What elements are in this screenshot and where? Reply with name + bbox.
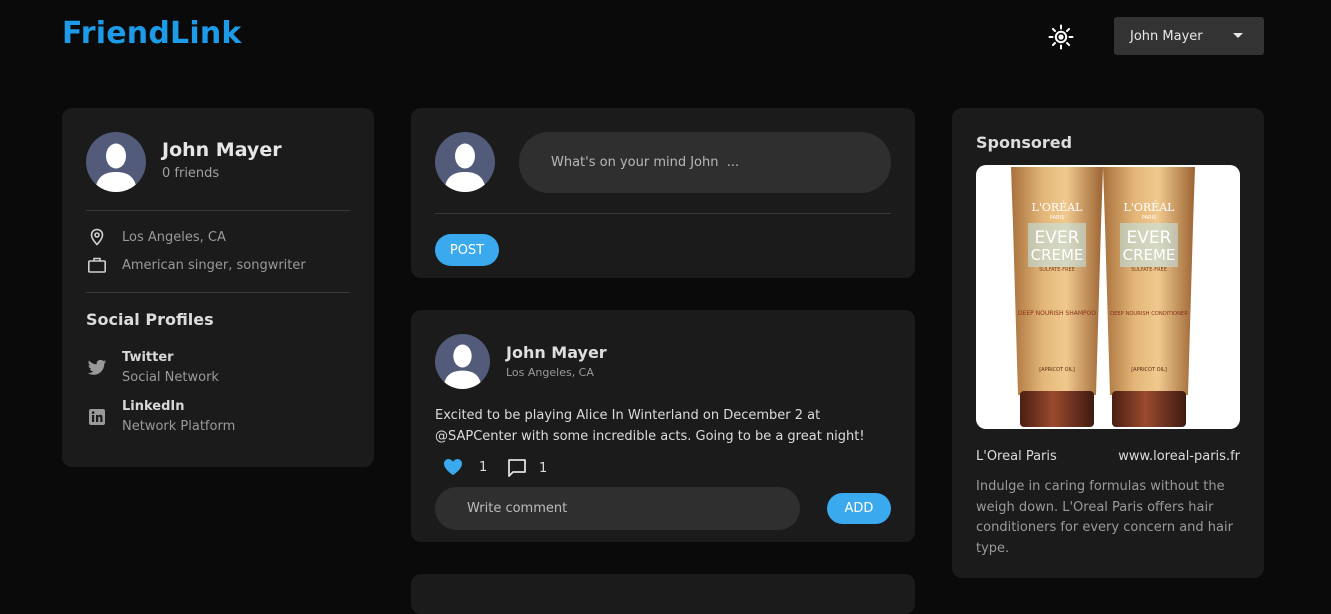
- occupation-text: American singer, songwriter: [122, 257, 306, 273]
- svg-text:PARIS: PARIS: [1050, 215, 1064, 221]
- user-silhouette-icon: [95, 143, 137, 192]
- svg-text:PARIS: PARIS: [1142, 215, 1156, 221]
- app-logo[interactable]: FriendLink: [62, 16, 242, 51]
- occupation-row: American singer, songwriter: [86, 254, 306, 276]
- post-text: Excited to be playing Alice In Winterlan…: [435, 408, 865, 444]
- svg-text:EVER: EVER: [1035, 228, 1080, 248]
- user-silhouette-icon: [444, 143, 486, 192]
- social-item-twitter[interactable]: Twitter Social Network: [86, 348, 219, 388]
- social-name: LinkedIn: [122, 399, 185, 414]
- twitter-icon: [86, 357, 108, 379]
- social-type: Network Platform: [122, 419, 236, 434]
- sponsored-heading: Sponsored: [976, 133, 1073, 152]
- comment-button[interactable]: 1: [507, 458, 547, 478]
- post-author[interactable]: John Mayer: [506, 343, 607, 362]
- linkedin-icon: [86, 406, 108, 428]
- social-name: Twitter: [122, 350, 174, 365]
- like-count: 1: [479, 459, 488, 475]
- location-text: Los Angeles, CA: [122, 229, 226, 245]
- whats-on-your-mind-input[interactable]: [519, 132, 891, 193]
- comment-icon: [508, 459, 526, 477]
- svg-text:CREME: CREME: [1031, 246, 1084, 264]
- location-pin-icon: [86, 226, 108, 248]
- divider: [86, 210, 350, 211]
- post-composer-card: POST: [411, 108, 915, 278]
- avatar[interactable]: [435, 132, 495, 192]
- social-item-linkedin[interactable]: LinkedIn Network Platform: [86, 397, 235, 437]
- svg-text:CREME: CREME: [1123, 246, 1176, 264]
- post-button[interactable]: POST: [435, 234, 499, 266]
- comment-count: 1: [539, 460, 548, 476]
- svg-text:L'ORÉAL: L'ORÉAL: [1032, 200, 1084, 214]
- social-profiles-heading: Social Profiles: [86, 310, 214, 329]
- ad-image[interactable]: L'ORÉAL PARIS EVER CREME SULFATE-FREE DE…: [976, 165, 1240, 429]
- caret-down-icon: [1233, 33, 1243, 38]
- user-silhouette-icon: [443, 344, 482, 389]
- svg-text:DEEP NOURISH SHAMPOO: DEEP NOURISH SHAMPOO: [1018, 310, 1096, 317]
- divider: [435, 213, 891, 214]
- svg-text:SULFATE-FREE: SULFATE-FREE: [1131, 267, 1167, 273]
- social-type: Social Network: [122, 370, 219, 385]
- add-comment-button[interactable]: ADD: [827, 493, 891, 524]
- top-bar: FriendLink John Mayer: [0, 0, 1331, 72]
- friends-count: 0 friends: [162, 166, 220, 181]
- user-menu-select[interactable]: John Mayer: [1114, 17, 1264, 55]
- product-image: L'ORÉAL PARIS EVER CREME SULFATE-FREE DE…: [1011, 167, 1195, 427]
- user-menu-label: John Mayer: [1130, 28, 1203, 44]
- ad-description: Indulge in caring formulas without the w…: [976, 479, 1233, 556]
- post-card: [411, 574, 915, 614]
- avatar[interactable]: [435, 334, 490, 389]
- svg-text:DEEP NOURISH CONDITIONER: DEEP NOURISH CONDITIONER: [1110, 311, 1188, 317]
- briefcase-icon: [86, 254, 108, 276]
- post-card: John Mayer Los Angeles, CA Excited to be…: [411, 310, 915, 542]
- profile-card: John Mayer 0 friends Los Angeles, CA Ame…: [62, 108, 374, 467]
- comment-input[interactable]: [435, 487, 800, 530]
- location-row: Los Angeles, CA: [86, 226, 226, 248]
- ad-brand: L'Oreal Paris: [976, 449, 1057, 464]
- svg-text:SULFATE-FREE: SULFATE-FREE: [1039, 267, 1075, 273]
- post-location: Los Angeles, CA: [506, 366, 594, 379]
- svg-text:EVER: EVER: [1127, 228, 1172, 248]
- divider: [86, 292, 350, 293]
- sponsored-card: Sponsored L'ORÉAL PARIS EVER CREME SULFA…: [952, 108, 1264, 578]
- profile-name[interactable]: John Mayer: [162, 139, 282, 161]
- like-button[interactable]: 1: [443, 458, 487, 476]
- sun-icon: [1048, 24, 1074, 50]
- heart-icon: [444, 459, 462, 475]
- theme-toggle-button[interactable]: [1046, 22, 1076, 52]
- svg-text:L'ORÉAL: L'ORÉAL: [1124, 200, 1176, 214]
- svg-text:[APRICOT OIL]: [APRICOT OIL]: [1039, 367, 1075, 373]
- ad-url-link[interactable]: www.loreal-paris.fr: [1118, 449, 1240, 464]
- svg-text:[APRICOT OIL]: [APRICOT OIL]: [1131, 367, 1167, 373]
- avatar[interactable]: [86, 132, 146, 192]
